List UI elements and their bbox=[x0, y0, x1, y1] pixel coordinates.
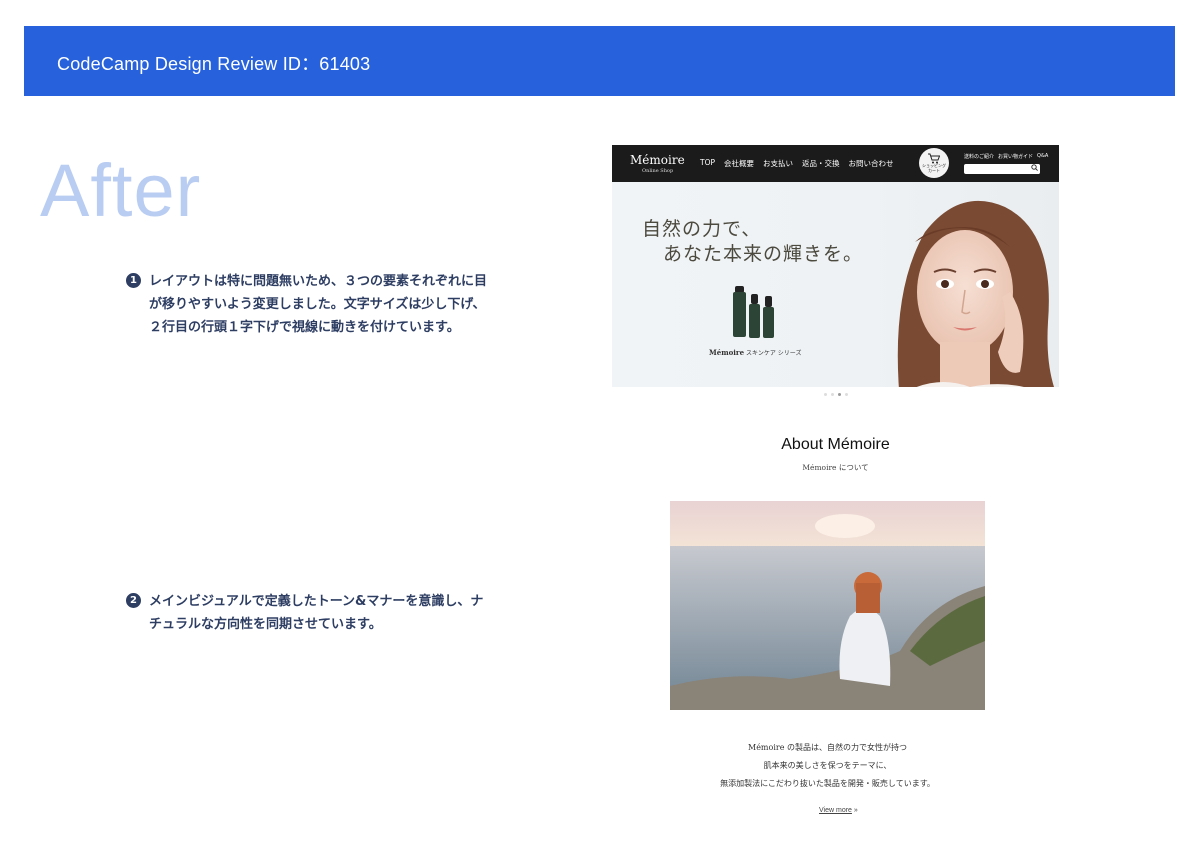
site-logo-subtitle: Online Shop bbox=[642, 168, 674, 174]
about-body-line: 無添加製法にこだわり抜いた製品を開発・販売しています。 bbox=[720, 779, 935, 788]
about-title: About Mémoire bbox=[781, 436, 890, 453]
hero-visual: 自然の力で、 あなた本来の輝きを。 Mémoire スキンケア シリーズ bbox=[612, 182, 1059, 387]
view-more-label: View more bbox=[819, 807, 852, 814]
note-number-badge: 2 bbox=[126, 593, 141, 608]
nav-item-returns[interactable]: 返品・交換 bbox=[802, 158, 840, 169]
search-icon bbox=[1031, 164, 1038, 173]
util-link-guide[interactable]: お買い物ガイド bbox=[998, 153, 1033, 160]
series-brand: Mémoire bbox=[709, 348, 745, 357]
note-text: メインビジュアルで定義したトーン&マナーを意識し、ナチュラルな方向性を同期させて… bbox=[149, 594, 484, 632]
slider-dot[interactable] bbox=[831, 393, 834, 396]
nav-item-company[interactable]: 会社概要 bbox=[724, 158, 754, 169]
slider-dot[interactable] bbox=[845, 393, 848, 396]
double-chevron-right-icon: » bbox=[853, 807, 858, 814]
hero-model-photo bbox=[897, 200, 1055, 387]
about-body: Mémoire の製品は、自然の力で女性が持つ 肌本来の美しさを保つをテーマに、… bbox=[612, 739, 1043, 793]
banner-title: CodeCamp Design Review ID：61403 bbox=[57, 54, 371, 74]
cart-label: ショッピングカート bbox=[922, 163, 946, 173]
hero-copy-line-2: あなた本来の輝きを。 bbox=[663, 243, 864, 265]
site-header: Mémoire Online Shop TOP 会社概要 お支払い 返品・交換 … bbox=[612, 145, 1059, 182]
site-logo[interactable]: Mémoire bbox=[630, 153, 685, 167]
series-caption: Mémoire スキンケア シリーズ bbox=[709, 348, 801, 357]
header-banner: CodeCamp Design Review ID：61403 bbox=[24, 26, 1175, 96]
about-body-line: Mémoire の製品は、自然の力で女性が持つ bbox=[748, 743, 907, 752]
nav-item-contact[interactable]: お問い合わせ bbox=[849, 158, 894, 169]
about-body-line: 肌本来の美しさを保つをテーマに、 bbox=[763, 761, 892, 770]
product-bottle-cap bbox=[751, 294, 758, 304]
cart-button[interactable]: ショッピングカート bbox=[919, 148, 949, 178]
utility-links: 送料のご紹介 お買い物ガイド Q&A bbox=[964, 153, 1048, 160]
nav-item-payment[interactable]: お支払い bbox=[763, 158, 793, 169]
about-photo bbox=[670, 501, 985, 710]
search-button[interactable] bbox=[1029, 164, 1040, 174]
util-link-shipping[interactable]: 送料のご紹介 bbox=[964, 153, 994, 160]
review-note-2: 2 メインビジュアルで定義したトーン&マナーを意識し、ナチュラルな方向性を同期さ… bbox=[126, 590, 488, 636]
product-bottle bbox=[749, 304, 760, 338]
series-text: スキンケア シリーズ bbox=[746, 350, 802, 357]
hero-slider-dots bbox=[824, 393, 848, 396]
section-title: After bbox=[40, 149, 202, 232]
product-bottle bbox=[763, 307, 774, 338]
slider-dot-active[interactable] bbox=[838, 393, 841, 396]
site-nav: TOP 会社概要 お支払い 返品・交換 お問い合わせ bbox=[700, 158, 894, 169]
view-more-link[interactable]: View more » bbox=[819, 807, 858, 814]
product-bottle bbox=[733, 292, 746, 337]
review-note-1: 1 レイアウトは特に問題無いため、３つの要素それぞれに目が移りやすいよう変更しま… bbox=[126, 270, 488, 339]
note-text: レイアウトは特に問題無いため、３つの要素それぞれに目が移りやすいよう変更しました… bbox=[149, 274, 488, 335]
util-link-qa[interactable]: Q&A bbox=[1037, 153, 1048, 160]
note-number-badge: 1 bbox=[126, 273, 141, 288]
hero-copy-line-1: 自然の力で、 bbox=[642, 218, 762, 240]
nav-item-top[interactable]: TOP bbox=[700, 158, 715, 169]
slider-dot[interactable] bbox=[824, 393, 827, 396]
product-bottle-cap bbox=[765, 296, 772, 307]
about-subtitle: Mémoire について bbox=[802, 463, 869, 472]
